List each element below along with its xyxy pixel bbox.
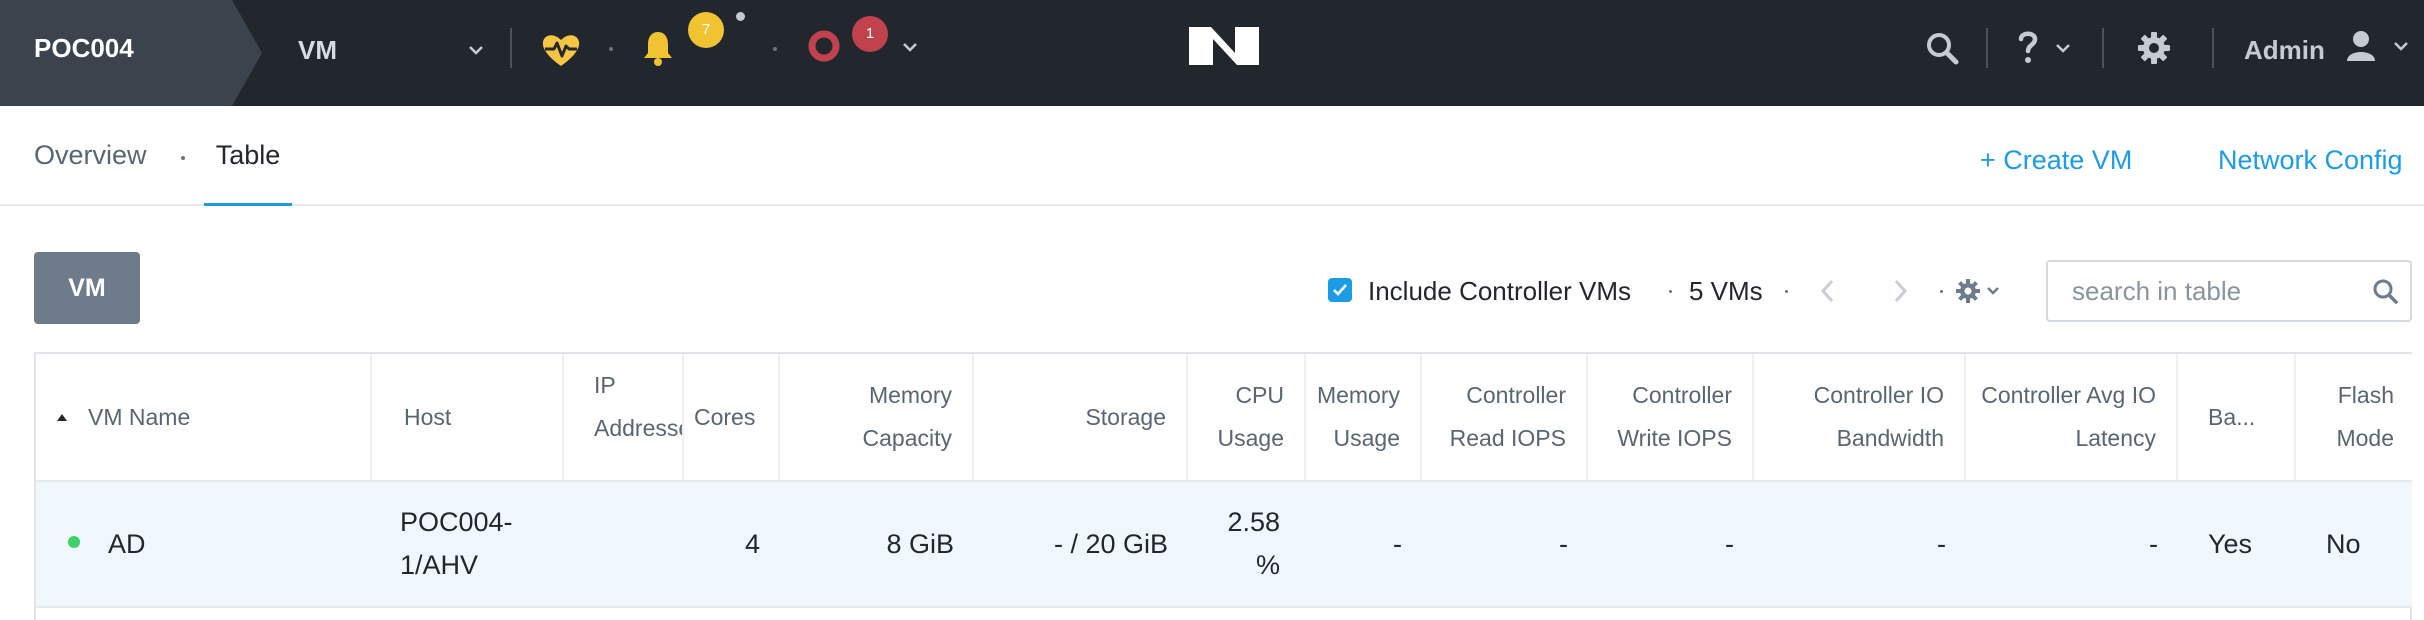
search-icon[interactable] — [2370, 276, 2400, 306]
cell-memory-usage: - — [1393, 528, 1402, 559]
cell-ip-addresses — [592, 482, 682, 606]
user-name[interactable]: Admin — [2244, 0, 2325, 100]
topbar-divider — [2212, 28, 2214, 68]
entity-selector[interactable]: VM — [298, 0, 484, 100]
cell-storage: - / 20 GiB — [1053, 528, 1168, 559]
alerts-count-badge: 7 — [688, 12, 724, 48]
check-icon — [1333, 284, 1347, 296]
cell-flash-mode: No — [2326, 528, 2361, 559]
cell-backup: Yes — [2208, 528, 2253, 559]
column-header-memory-usage[interactable]: Memory Usage — [1306, 354, 1422, 480]
chevron-down-icon — [468, 45, 484, 55]
cell-memory-capacity: 8 GiB — [886, 528, 954, 559]
cell-cpu-usage: 2.58 % — [1227, 507, 1280, 580]
table-row[interactable]: AD POC004- 1/AHV 4 8 GiB - / 20 GiB 2.58… — [36, 480, 2412, 608]
toolbar-dot-separator — [1940, 290, 1943, 293]
critical-ring-icon[interactable] — [806, 28, 842, 64]
search-input[interactable] — [2072, 262, 2352, 320]
vm-count: 5 VMs — [1689, 276, 1763, 306]
next-page-icon[interactable] — [1886, 274, 1916, 308]
tab-overview[interactable]: Overview — [34, 106, 147, 206]
column-header-vm-name[interactable]: VM Name — [36, 354, 372, 480]
user-avatar-icon[interactable] — [2344, 28, 2414, 68]
vm-status-dot — [68, 536, 80, 548]
cell-cores: 4 — [744, 528, 760, 559]
column-header-flash-mode[interactable]: Flash Mode — [2296, 354, 2412, 480]
vm-button[interactable]: VM — [34, 252, 140, 324]
topbar-divider — [1986, 28, 1988, 68]
toolbar-dot-separator — [1669, 290, 1672, 293]
topbar-divider — [2102, 28, 2104, 68]
entity-selector-label: VM — [298, 34, 337, 65]
vm-table: VM Name Host IP Addresses Cores Memory C… — [34, 352, 2412, 620]
cell-controller-write-iops: - — [1725, 528, 1734, 559]
create-vm-link[interactable]: + Create VM — [1980, 106, 2132, 206]
column-header-controller-avg-io-latency[interactable]: Controller Avg IO Latency — [1966, 354, 2178, 480]
topbar-dot-separator — [609, 47, 613, 51]
column-header-cpu-usage[interactable]: CPU Usage — [1188, 354, 1306, 480]
table-header-row: VM Name Host IP Addresses Cores Memory C… — [36, 354, 2412, 480]
cell-controller-io-bandwidth: - — [1937, 528, 1946, 559]
topbar-dot-separator — [773, 47, 777, 51]
include-controller-label[interactable]: Include Controller VMs — [1368, 268, 1631, 314]
gear-icon[interactable] — [2134, 28, 2174, 68]
column-header-memory-capacity[interactable]: Memory Capacity — [780, 354, 974, 480]
nutanix-logo-icon — [1186, 24, 1262, 68]
cluster-name: POC004 — [34, 33, 134, 63]
cell-controller-read-iops: - — [1559, 528, 1568, 559]
sort-ascending-icon — [57, 414, 67, 421]
toolbar-dot-separator — [1785, 290, 1788, 293]
topbar-divider — [510, 28, 512, 68]
cell-vm-name[interactable]: AD — [108, 482, 368, 606]
column-header-backup[interactable]: Ba... — [2178, 354, 2296, 480]
previous-page-icon[interactable] — [1812, 274, 1842, 308]
column-header-controller-read-iops[interactable]: Controller Read IOPS — [1422, 354, 1588, 480]
tab-separator-dot — [181, 156, 185, 160]
column-header-controller-io-bandwidth[interactable]: Controller IO Bandwidth — [1754, 354, 1966, 480]
table-settings-gear-icon[interactable] — [1954, 274, 2010, 308]
alerts-new-indicator — [736, 12, 745, 21]
search-icon[interactable] — [1922, 28, 1962, 68]
sub-navigation: Overview Table + Create VM Network Confi… — [0, 106, 2424, 206]
table-search-box — [2046, 260, 2412, 322]
critical-count-badge: 1 — [852, 16, 888, 52]
cell-controller-avg-io-latency: - — [2149, 528, 2158, 559]
column-header-host[interactable]: Host — [372, 354, 564, 480]
top-bar: POC004 VM 7 1 Admin — [0, 0, 2424, 106]
cluster-selector[interactable]: POC004 — [0, 0, 262, 106]
alerts-bell-icon[interactable] — [640, 28, 676, 68]
chevron-down-icon[interactable] — [900, 40, 920, 54]
network-config-link[interactable]: Network Config — [2218, 106, 2403, 206]
tab-table[interactable]: Table — [204, 106, 292, 206]
help-menu-icon[interactable] — [2012, 28, 2078, 68]
column-header-ip-addresses[interactable]: IP Addresses — [564, 354, 684, 480]
cell-host[interactable]: POC004- 1/AHV — [400, 482, 560, 606]
column-header-cores[interactable]: Cores — [684, 354, 780, 480]
include-controller-checkbox[interactable] — [1328, 278, 1352, 302]
column-header-storage[interactable]: Storage — [974, 354, 1188, 480]
column-header-controller-write-iops[interactable]: Controller Write IOPS — [1588, 354, 1754, 480]
health-icon[interactable] — [540, 30, 582, 70]
